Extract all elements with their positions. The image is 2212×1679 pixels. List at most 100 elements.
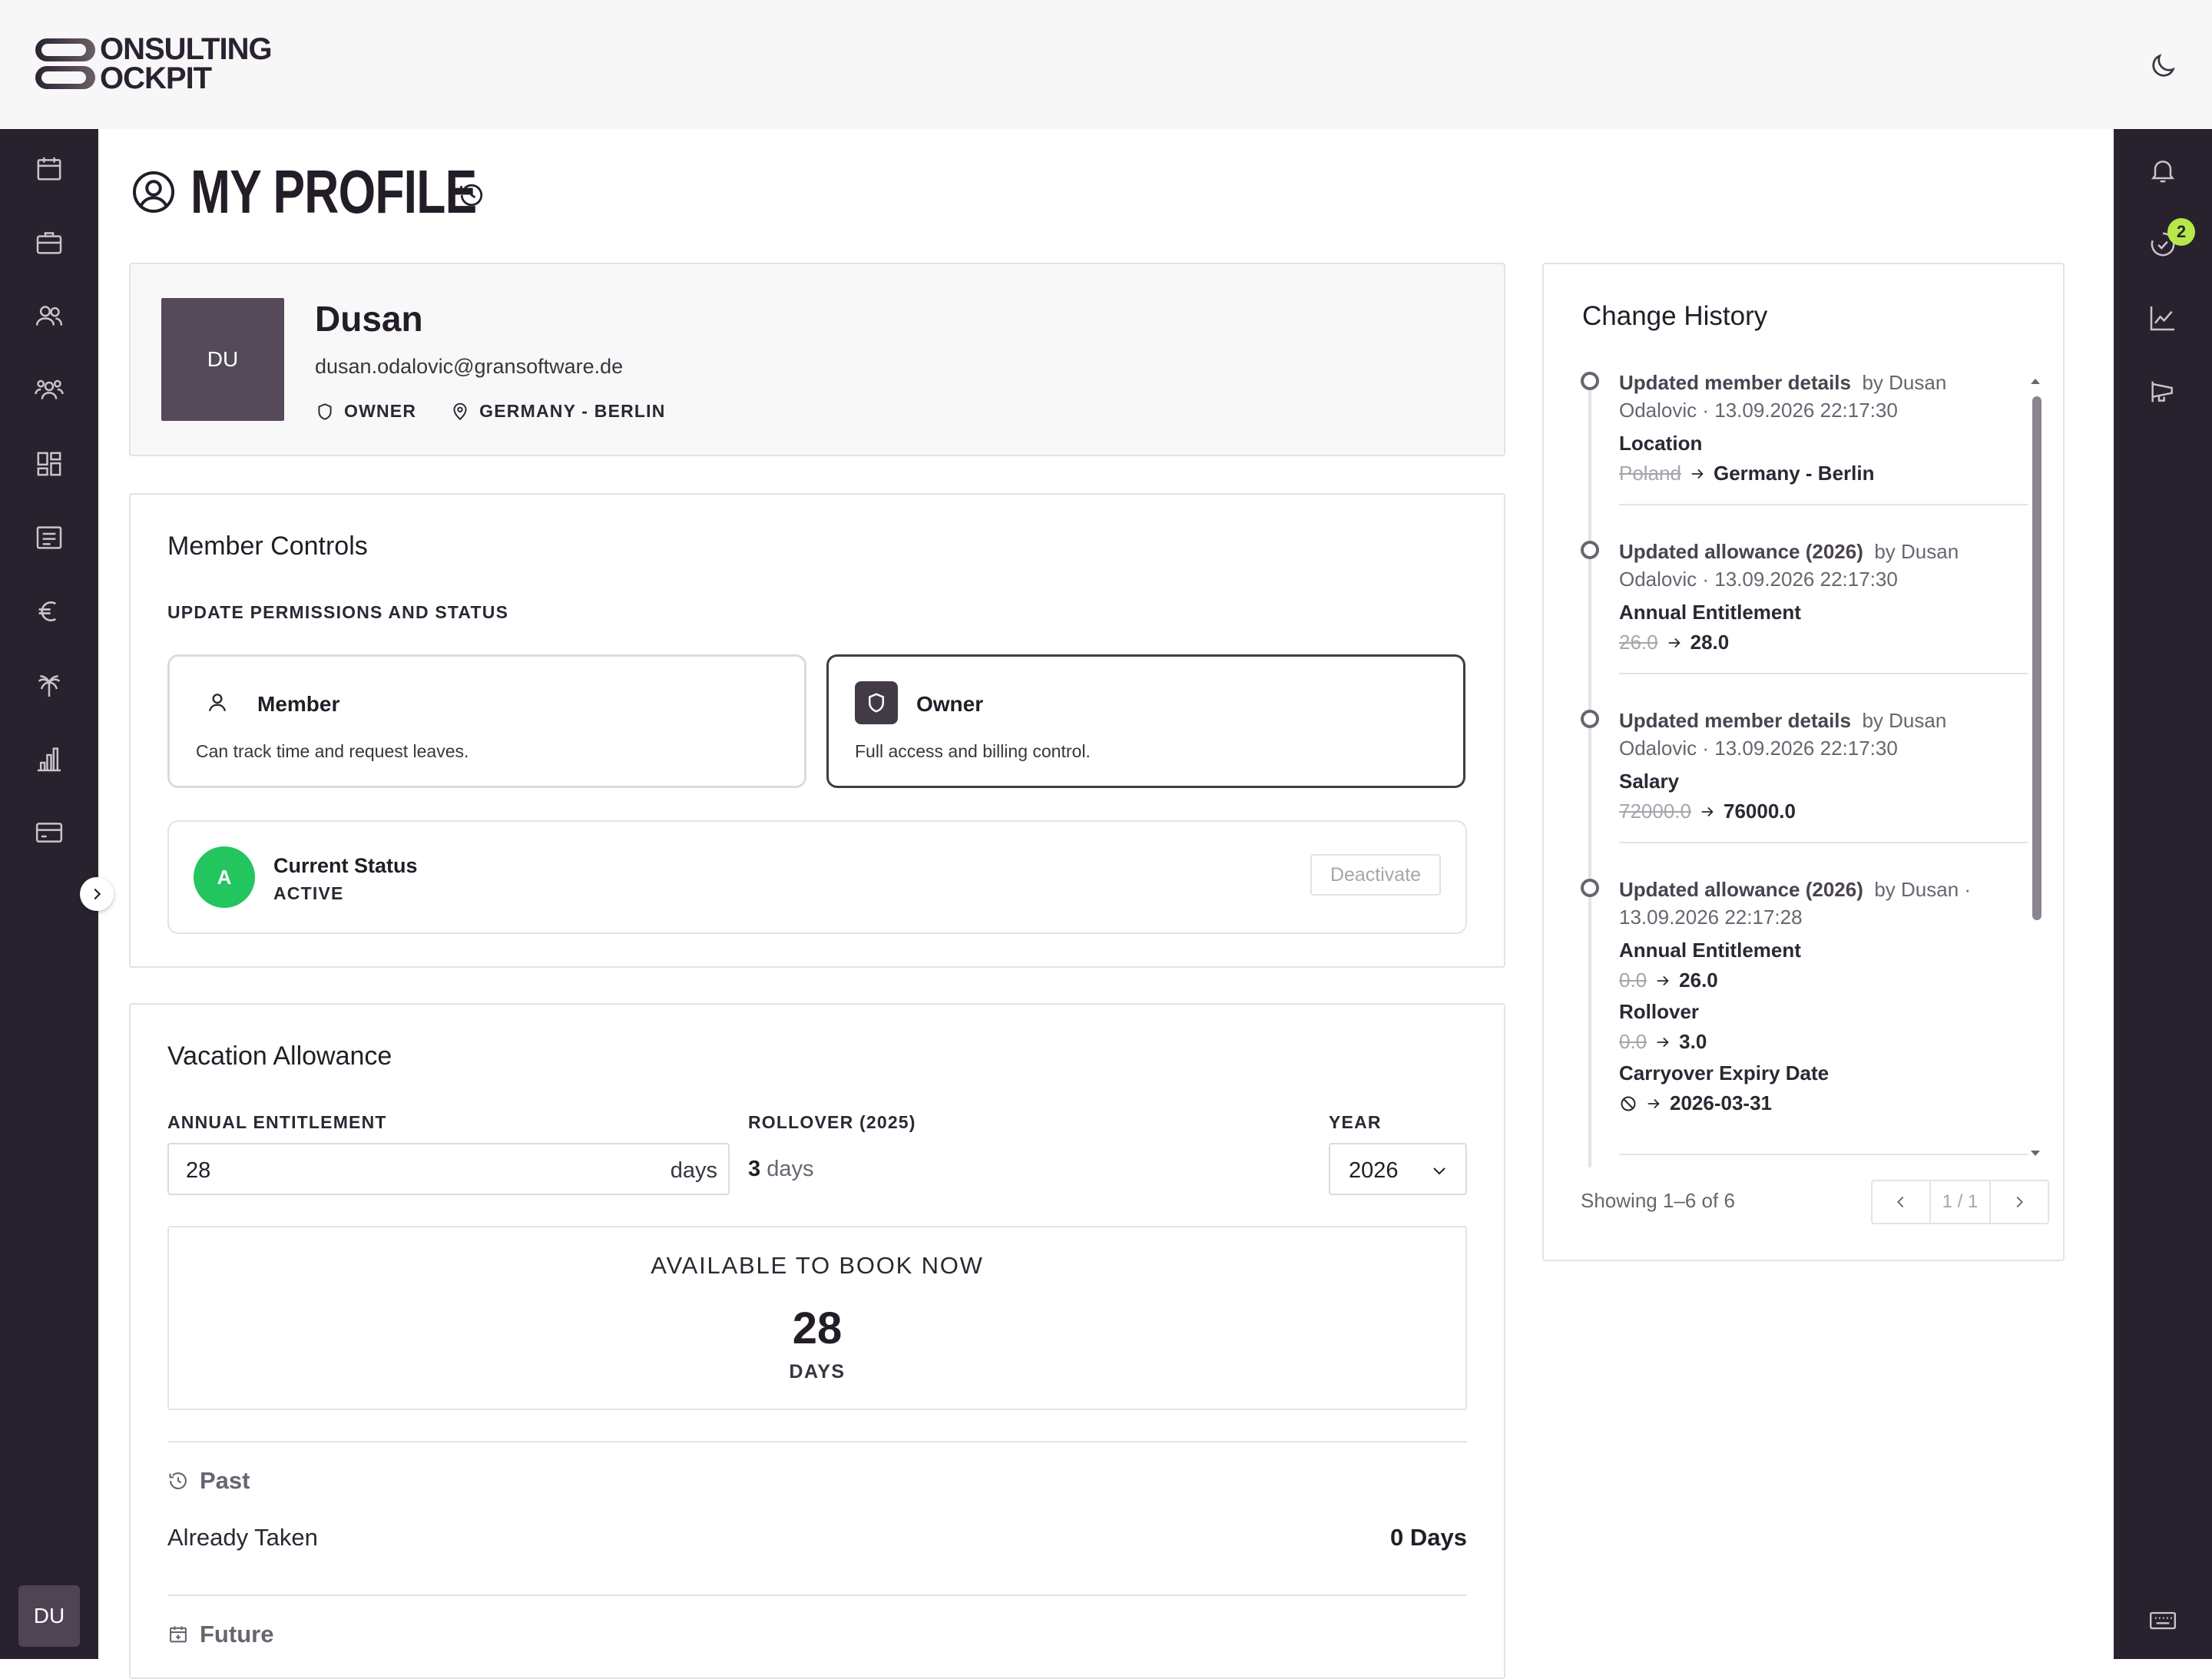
ban-icon [1619,1094,1637,1113]
history-item: Updated allowance (2026) by Dusan · 13.09… [1619,876,2026,1115]
calendar-icon[interactable] [31,151,68,187]
divider [167,1441,1467,1442]
history-old-value: 72000.0 [1619,800,1691,823]
role-option-owner[interactable]: Owner Full access and billing control. [826,654,1465,788]
moon-icon[interactable] [2147,51,2178,81]
history-author: by Dusan [1862,709,1947,732]
briefcase-icon[interactable] [31,224,68,261]
megaphone-icon[interactable] [2144,373,2181,410]
status-row: A Current Status ACTIVE Deactivate [167,820,1467,934]
vacation-title: Vacation Allowance [167,1042,392,1071]
user-icon [205,690,230,715]
map-pin-icon [450,402,470,422]
page-title: MY PROFILE [190,157,477,226]
euro-icon[interactable] [31,593,68,630]
history-old-value: 0.0 [1619,1030,1647,1053]
history-action: Updated allowance (2026) [1619,878,1863,901]
keyboard-icon[interactable] [2144,1602,2181,1639]
prev-page-button[interactable] [1873,1181,1931,1223]
timeline-line [1588,381,1591,1167]
history-new-value: Germany - Berlin [1713,462,1875,485]
board-icon[interactable] [31,445,68,482]
history-item: Updated member details by Dusan Odalovic … [1619,707,2026,823]
arrow-right-icon [1654,1034,1671,1051]
change-history-title: Change History [1582,301,1768,331]
team-icon[interactable] [31,372,68,409]
invoice-icon[interactable] [31,519,68,556]
history-action: Updated allowance (2026) [1619,540,1863,563]
annual-entitlement-input[interactable]: 28 days [167,1143,730,1195]
page-indicator: 1 / 1 [1942,1191,1979,1212]
scroll-down-arrow[interactable] [2029,1147,2041,1160]
arrow-right-icon [1645,1095,1662,1112]
deactivate-button[interactable]: Deactivate [1310,854,1441,896]
bar-chart-icon[interactable] [31,740,68,777]
shield-icon [855,681,898,724]
arrow-right-icon [1699,803,1716,820]
history-meta: Odalovic · 13.09.2026 22:17:30 [1619,568,1898,591]
history-field: Carryover Expiry Date [1619,1061,1830,1085]
history-showing-count: Showing 1–6 of 6 [1581,1189,1735,1212]
year-select[interactable]: 2026 [1329,1143,1467,1195]
history-new-value: 2026-03-31 [1670,1091,1772,1114]
already-taken-label: Already Taken [167,1524,318,1551]
divider [1619,504,2028,505]
arrow-right-icon [1654,972,1671,989]
arrow-right-icon [1689,465,1706,482]
annual-entitlement-label: ANNUAL ENTITLEMENT [167,1112,387,1132]
role-option-member-label: Member [257,692,340,716]
history-author: by Dusan [1862,371,1947,394]
member-controls-title: Member Controls [167,532,368,561]
history-new-value: 3.0 [1679,1030,1707,1053]
logo-line-2: OCKPIT [100,61,212,95]
history-author: by Dusan · [1874,878,1972,901]
profile-role-label: OWNER [344,401,417,421]
history-item: Updated member details by Dusan Odalovic … [1619,369,2026,485]
already-taken-value: 0 Days [1390,1524,1467,1551]
rollover-value: 3 [748,1157,761,1181]
divider [1619,1154,2028,1155]
chevron-right-icon[interactable] [80,877,114,911]
line-chart-icon[interactable] [2144,300,2181,336]
divider [1619,673,2028,674]
role-option-member[interactable]: Member Can track time and request leaves… [167,654,806,788]
user-avatar[interactable]: DU [18,1585,80,1647]
annual-entitlement-unit: days [670,1158,717,1183]
profile-avatar: DU [161,298,284,421]
timeline-dot [1581,879,1599,897]
profile-role: OWNER GERMANY - BERLIN [315,401,666,422]
status-label: Current Status [273,854,418,877]
history-item: Updated allowance (2026) by Dusan Odalovi… [1619,538,2026,654]
history-field: Annual Entitlement [1619,939,1801,962]
arrow-right-icon [1666,634,1683,651]
scroll-up-arrow[interactable] [2029,375,2041,387]
history-field: Location [1619,432,1703,455]
history-new-value: 26.0 [1679,969,1718,992]
available-label: AVAILABLE TO BOOK NOW [651,1252,984,1279]
profile-name: Dusan [315,299,423,339]
status-avatar: A [194,846,255,908]
history-field: Annual Entitlement [1619,601,1801,624]
user-circle-icon [131,169,177,215]
history-old-value: 26.0 [1619,631,1658,654]
history-icon[interactable] [458,181,485,209]
history-meta: Odalovic · 13.09.2026 22:17:30 [1619,737,1898,760]
history-old-value: 0.0 [1619,969,1647,992]
next-page-button[interactable] [1989,1181,2048,1223]
scrollbar-thumb[interactable] [2032,396,2041,920]
palm-tree-icon[interactable] [31,667,68,704]
history-old-value: Poland [1619,462,1681,485]
rollover-label: ROLLOVER (2025) [748,1112,916,1132]
timeline-dot [1581,372,1599,390]
credit-card-icon[interactable] [31,814,68,851]
history-field: Rollover [1619,1000,1700,1023]
divider [167,1595,1467,1596]
history-action: Updated member details [1619,709,1851,732]
profile-location-label: GERMANY - BERLIN [479,401,666,421]
bell-icon[interactable] [2144,152,2181,189]
app-logo[interactable]: ONSULTING OCKPIT [35,34,273,95]
users-icon[interactable] [31,298,68,335]
history-action: Updated member details [1619,371,1851,394]
history-meta: 13.09.2026 22:17:28 [1619,906,1803,929]
rollover-value-row: 3 days [748,1157,813,1182]
